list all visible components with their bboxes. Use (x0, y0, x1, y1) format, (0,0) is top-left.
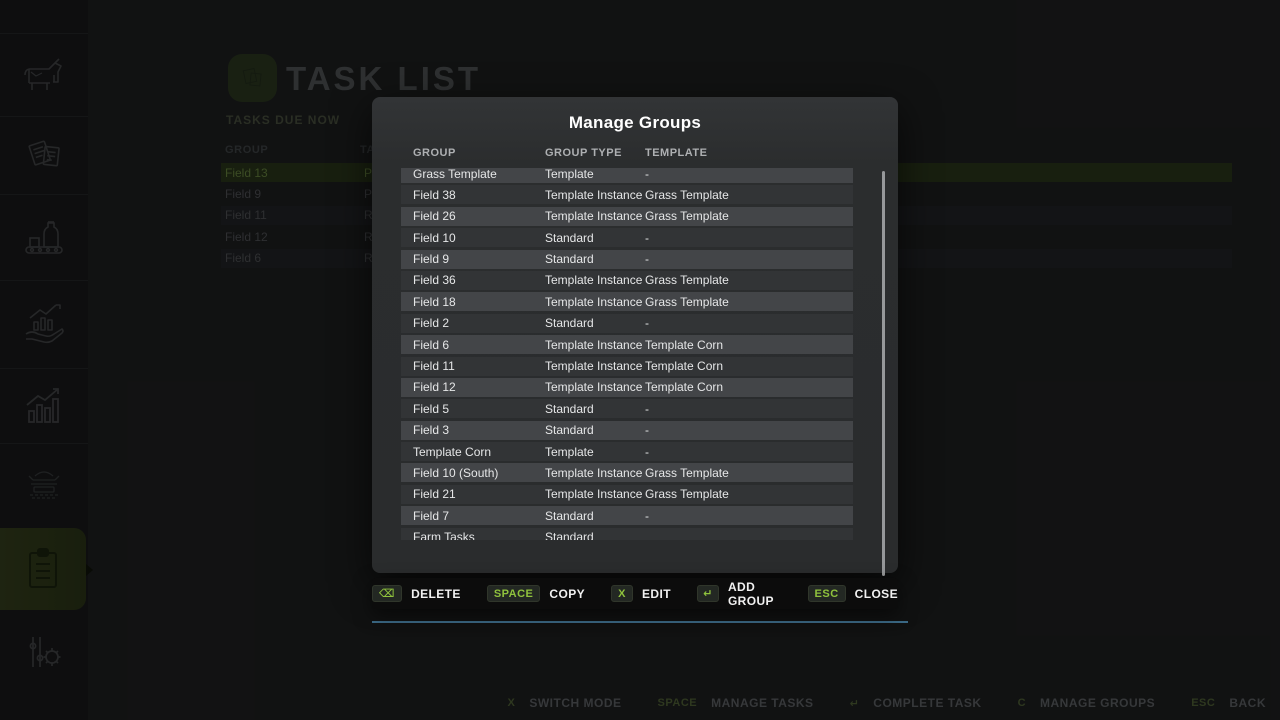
cell-template: - (645, 168, 853, 181)
cell-template: Grass Template (645, 295, 853, 309)
cell-group-type: Template (545, 168, 645, 181)
cell-template: - (645, 423, 853, 437)
cell-group: Template Corn (413, 445, 545, 459)
button-label: COPY (549, 587, 585, 601)
table-row[interactable]: Field 18 Template Instance Grass Templat… (401, 292, 853, 311)
cell-group-type: Standard (545, 530, 645, 540)
cell-template: Grass Template (645, 487, 853, 501)
table-row[interactable]: Field 7 Standard - (401, 506, 853, 525)
cell-template: - (645, 445, 853, 459)
cell-group-type: Template Instance (545, 487, 645, 501)
cell-group: Field 36 (413, 273, 545, 287)
key-badge: SPACE (487, 585, 541, 602)
cell-template: - (645, 231, 853, 245)
button-label: EDIT (642, 587, 671, 601)
key-badge: ↵ (697, 585, 719, 602)
focus-underline (372, 621, 908, 623)
cell-group: Field 5 (413, 402, 545, 416)
cell-group-type: Template Instance (545, 188, 645, 202)
groups-table: Grass Template Template - Field 38 Templ… (401, 168, 853, 540)
cell-group-type: Template Instance (545, 380, 645, 394)
cell-group-type: Template Instance (545, 273, 645, 287)
table-scroll-viewport: Grass Template Template - Field 38 Templ… (401, 168, 853, 540)
table-row[interactable]: Field 11 Template Instance Template Corn (401, 357, 853, 376)
scrollbar-track[interactable] (882, 171, 885, 605)
table-row[interactable]: Template Corn Template - (401, 442, 853, 461)
cell-group-type: Template Instance (545, 338, 645, 352)
table-row[interactable]: Field 2 Standard - (401, 314, 853, 333)
cell-group-type: Template Instance (545, 466, 645, 480)
dialog-title: Manage Groups (372, 113, 898, 133)
cell-group: Field 18 (413, 295, 545, 309)
cell-group-type: Standard (545, 252, 645, 266)
table-row[interactable]: Field 3 Standard - (401, 421, 853, 440)
cell-template: - (645, 402, 853, 416)
cell-group-type: Standard (545, 509, 645, 523)
cell-group-type: Template Instance (545, 359, 645, 373)
cell-group-type: Template (545, 445, 645, 459)
cell-group: Field 38 (413, 188, 545, 202)
scrollbar-thumb[interactable] (882, 171, 885, 576)
cell-group: Field 10 (413, 231, 545, 245)
cell-template: Grass Template (645, 273, 853, 287)
toolbar-button[interactable]: SPACE COPY (487, 585, 585, 602)
cell-template: Template Corn (645, 380, 853, 394)
key-badge: ESC (808, 585, 846, 602)
cell-group: Field 26 (413, 209, 545, 223)
table-row[interactable]: Field 38 Template Instance Grass Templat… (401, 185, 853, 204)
cell-template: Grass Template (645, 466, 853, 480)
cell-group: Grass Template (413, 168, 545, 181)
cell-template: - (645, 252, 853, 266)
cell-group: Field 9 (413, 252, 545, 266)
cell-group-type: Standard (545, 316, 645, 330)
toolbar-button[interactable]: ESC CLOSE (808, 585, 898, 602)
button-label: DELETE (411, 587, 461, 601)
cell-group: Field 10 (South) (413, 466, 545, 480)
table-row[interactable]: Field 10 Standard - (401, 228, 853, 247)
table-row[interactable]: Field 6 Template Instance Template Corn (401, 335, 853, 354)
cell-template: Template Corn (645, 359, 853, 373)
key-badge: ⌫ (372, 585, 402, 602)
table-header-row: GROUP GROUP TYPE TEMPLATE (401, 147, 853, 159)
table-row[interactable]: Field 36 Template Instance Grass Templat… (401, 271, 853, 290)
cell-group: Field 2 (413, 316, 545, 330)
toolbar-button[interactable]: ↵ ADD GROUP (697, 580, 782, 608)
col-template: TEMPLATE (645, 147, 853, 159)
table-row[interactable]: Field 12 Template Instance Template Corn (401, 378, 853, 397)
cell-group-type: Standard (545, 402, 645, 416)
dialog-button-bar: ⌫ DELETE SPACE COPY X EDIT ↵ ADD GROUP E… (372, 578, 898, 609)
key-badge: X (611, 585, 633, 602)
button-label: CLOSE (855, 587, 898, 601)
col-group-type: GROUP TYPE (545, 147, 645, 159)
cell-group: Field 21 (413, 487, 545, 501)
table-row[interactable]: Field 5 Standard - (401, 399, 853, 418)
table-row[interactable]: Grass Template Template - (401, 168, 853, 183)
table-row[interactable]: Field 21 Template Instance Grass Templat… (401, 485, 853, 504)
col-group: GROUP (413, 147, 545, 159)
table-row[interactable]: Field 26 Template Instance Grass Templat… (401, 207, 853, 226)
app-screen: TASK LIST TASKS DUE NOW GROUP TASK Field… (0, 0, 1280, 720)
toolbar-button[interactable]: ⌫ DELETE (372, 585, 461, 602)
cell-group: Field 6 (413, 338, 545, 352)
cell-group-type: Standard (545, 423, 645, 437)
cell-group: Field 3 (413, 423, 545, 437)
cell-group-type: Template Instance (545, 295, 645, 309)
cell-template: Template Corn (645, 338, 853, 352)
table-row[interactable]: Field 10 (South) Template Instance Grass… (401, 463, 853, 482)
cell-template: - (645, 316, 853, 330)
table-row[interactable]: Farm Tasks Standard (401, 528, 853, 540)
cell-template: Grass Template (645, 209, 853, 223)
cell-group: Field 12 (413, 380, 545, 394)
cell-template: - (645, 509, 853, 523)
table-row[interactable]: Field 9 Standard - (401, 250, 853, 269)
cell-template: Grass Template (645, 188, 853, 202)
cell-group: Field 7 (413, 509, 545, 523)
cell-group: Field 11 (413, 359, 545, 373)
cell-group-type: Standard (545, 231, 645, 245)
button-label: ADD GROUP (728, 580, 782, 608)
manage-groups-dialog: Manage Groups GROUP GROUP TYPE TEMPLATE … (372, 97, 898, 573)
toolbar-button[interactable]: X EDIT (611, 585, 671, 602)
cell-group-type: Template Instance (545, 209, 645, 223)
cell-group: Farm Tasks (413, 530, 545, 540)
